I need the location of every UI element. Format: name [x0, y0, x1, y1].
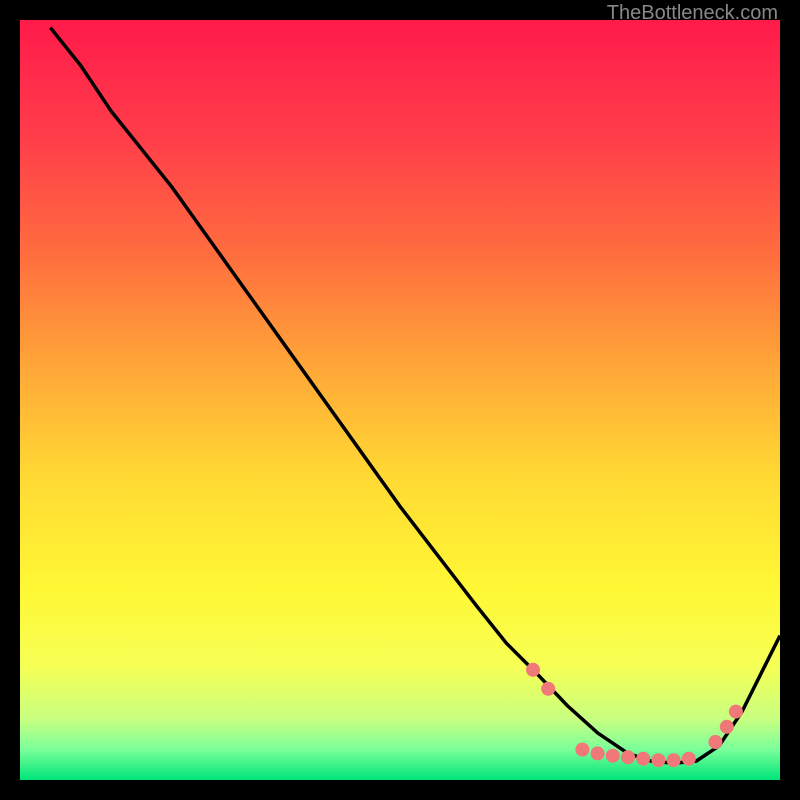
highlight-point	[729, 705, 743, 719]
gradient-background	[20, 20, 780, 780]
highlight-point	[541, 682, 555, 696]
highlight-point	[682, 752, 696, 766]
watermark-text: TheBottleneck.com	[607, 2, 778, 25]
bottleneck-chart	[20, 20, 780, 780]
highlight-point	[708, 735, 722, 749]
chart-container	[20, 20, 780, 780]
highlight-point	[526, 663, 540, 677]
highlight-point	[667, 753, 681, 767]
highlight-point	[621, 750, 635, 764]
highlight-point	[720, 720, 734, 734]
highlight-point	[651, 753, 665, 767]
highlight-point	[606, 749, 620, 763]
highlight-point	[591, 746, 605, 760]
highlight-point	[575, 743, 589, 757]
highlight-point	[636, 752, 650, 766]
